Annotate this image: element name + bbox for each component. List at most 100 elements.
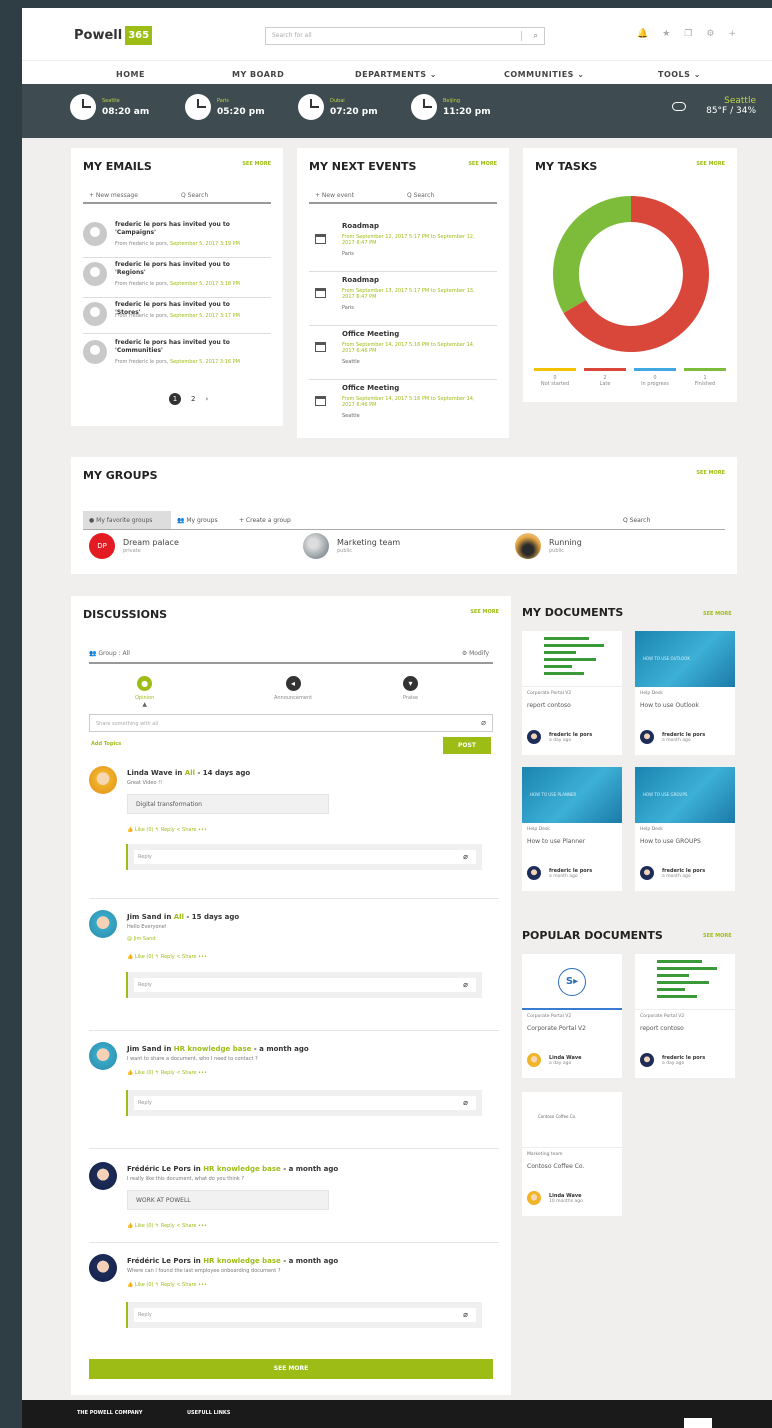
group-link[interactable]: All: [185, 769, 195, 777]
emails-see-more-link[interactable]: SEE MORE: [242, 161, 271, 167]
type-opinion[interactable]: ● Opinion ▲: [135, 676, 154, 708]
group-link[interactable]: HR knowledge base: [203, 1165, 281, 1173]
next-page-button[interactable]: ›: [205, 395, 208, 403]
group-item[interactable]: DP Dream palace private: [89, 533, 179, 559]
groups-search-input[interactable]: Q Search: [617, 511, 656, 529]
event-item[interactable]: Roadmap From September 12, 2017 5:17 PM …: [309, 218, 497, 272]
tasks-title: MY TASKS: [535, 160, 598, 173]
group-item[interactable]: Running public: [515, 533, 582, 559]
tab-my-groups[interactable]: 👥 My groups: [171, 511, 224, 529]
reply-box[interactable]: Reply ⌀: [126, 1302, 482, 1328]
discussions-see-more-link[interactable]: SEE MORE: [470, 609, 499, 615]
popular-documents-see-more-link[interactable]: SEE MORE: [703, 933, 732, 939]
nav-my-board[interactable]: MY BOARD: [232, 70, 284, 79]
page-1-button[interactable]: 1: [169, 393, 181, 405]
page-2-button[interactable]: 2: [191, 395, 195, 403]
star-icon[interactable]: ★: [662, 29, 670, 39]
new-message-button[interactable]: + New message: [89, 192, 138, 199]
groups-panel: MY GROUPS SEE MORE ● My favorite groups …: [71, 457, 737, 574]
avatar: [527, 866, 541, 880]
events-search-input[interactable]: Q Search: [407, 192, 434, 199]
copy-icon[interactable]: ❐: [684, 29, 692, 39]
calendar-icon: [315, 234, 326, 244]
group-link[interactable]: All: [174, 913, 184, 921]
attachment-icon[interactable]: ⌀: [481, 718, 486, 727]
post-actions[interactable]: 👍 Like (0) ↰ Reply < Share •••: [127, 954, 207, 960]
see-more-button[interactable]: SEE MORE: [89, 1359, 493, 1379]
quoted-content[interactable]: Digital transformation: [127, 794, 329, 814]
tab-favorite-groups[interactable]: ● My favorite groups: [83, 511, 171, 529]
type-announcement[interactable]: ◂ Announcement: [263, 676, 323, 701]
nav-communities[interactable]: COMMUNITIES ⌄: [504, 70, 584, 79]
post-actions[interactable]: 👍 Like (0) ↰ Reply < Share •••: [127, 1070, 207, 1076]
legend-finished: 1 Finished: [684, 368, 726, 387]
add-topics-link[interactable]: Add Topics: [91, 741, 121, 747]
event-item[interactable]: Roadmap From September 13, 2017 5:17 PM …: [309, 272, 497, 326]
post-actions[interactable]: 👍 Like (0) ↰ Reply < Share •••: [127, 827, 207, 833]
email-item[interactable]: frederic le pors has invited you to 'Com…: [83, 336, 271, 376]
document-card[interactable]: Contoso Coffee Co. Marketing team Contos…: [522, 1092, 622, 1216]
footer-links[interactable]: USEFULL LINKS: [187, 1410, 230, 1416]
document-thumbnail: HOW TO USE OUTLOOK: [635, 631, 735, 687]
post-actions[interactable]: 👍 Like (0) ↰ Reply < Share •••: [127, 1282, 207, 1288]
email-item[interactable]: frederic le pors has invited you to 'Sto…: [83, 298, 271, 334]
avatar[interactable]: [89, 910, 117, 938]
my-documents-see-more-link[interactable]: SEE MORE: [703, 611, 732, 617]
group-link[interactable]: HR knowledge base: [174, 1045, 252, 1053]
logo-text: Powell: [74, 27, 123, 43]
logo[interactable]: Powell 365: [74, 24, 153, 46]
document-card[interactable]: S▸ Corporate Portal V2 Corporate Portal …: [522, 954, 622, 1078]
footer-company[interactable]: THE POWELL COMPANY: [77, 1410, 143, 1416]
email-item[interactable]: frederic le pors has invited you to 'Cam…: [83, 218, 271, 258]
document-card[interactable]: HOW TO USE GROUPS Help Desk How to use G…: [635, 767, 735, 891]
nav-departments[interactable]: DEPARTMENTS ⌄: [355, 70, 437, 79]
gear-icon[interactable]: ⚙: [706, 29, 714, 39]
avatar[interactable]: [89, 1162, 117, 1190]
type-praise[interactable]: ▾ Praise: [403, 676, 418, 701]
modify-button[interactable]: ⚙ Modify: [462, 650, 489, 657]
clock-seattle: Seattle 08:20 am: [70, 94, 149, 120]
emails-search-input[interactable]: Q Search: [181, 192, 208, 199]
discussions-title: DISCUSSIONS: [83, 608, 168, 621]
avatar: [83, 340, 107, 364]
nav-home[interactable]: HOME: [116, 70, 145, 79]
donut-finished-segment[interactable]: [553, 196, 631, 313]
document-card[interactable]: HOW TO USE PLANNER Help Desk How to use …: [522, 767, 622, 891]
discussions-panel: DISCUSSIONS SEE MORE 👥 Group : All ⚙ Mod…: [71, 596, 511, 1395]
avatar[interactable]: [89, 766, 117, 794]
legend-in-progress: 0 In progress: [634, 368, 676, 387]
event-item[interactable]: Office Meeting From September 14, 2017 5…: [309, 326, 497, 380]
document-card[interactable]: HOW TO USE OUTLOOK Help Desk How to use …: [635, 631, 735, 755]
search-icon[interactable]: ⌕: [534, 31, 538, 41]
plus-icon[interactable]: +: [728, 29, 736, 39]
avatar[interactable]: [89, 1042, 117, 1070]
new-event-button[interactable]: + New event: [315, 192, 354, 199]
avatar: [83, 262, 107, 286]
quoted-content[interactable]: WORK AT POWELL: [127, 1190, 329, 1210]
reply-box[interactable]: Reply ⌀: [126, 972, 482, 998]
document-card[interactable]: Corporate Portal V2 report contoso frede…: [635, 954, 735, 1078]
events-see-more-link[interactable]: SEE MORE: [468, 161, 497, 167]
mention[interactable]: @ Jim Sand: [127, 936, 156, 942]
create-group-button[interactable]: + Create a group: [233, 511, 297, 529]
reply-box[interactable]: Reply ⌀: [126, 844, 482, 870]
event-item[interactable]: Office Meeting From September 14, 2017 5…: [309, 380, 497, 434]
bell-icon[interactable]: 🔔: [637, 29, 648, 39]
share-input[interactable]: Share something with all ⌀: [89, 714, 493, 732]
reply-box[interactable]: Reply ⌀: [126, 1090, 482, 1116]
global-search-input[interactable]: Search for all ⌕: [265, 27, 545, 45]
tasks-see-more-link[interactable]: SEE MORE: [696, 161, 725, 167]
group-link[interactable]: HR knowledge base: [203, 1257, 281, 1265]
post-button[interactable]: POST: [443, 737, 491, 754]
nav-tools[interactable]: TOOLS ⌄: [658, 70, 701, 79]
group-item[interactable]: Marketing team public: [303, 533, 400, 559]
group-filter-dropdown[interactable]: 👥 Group : All: [89, 650, 130, 657]
post-actions[interactable]: 👍 Like (0) ↰ Reply < Share •••: [127, 1223, 207, 1229]
groups-see-more-link[interactable]: SEE MORE: [696, 470, 725, 476]
attachment-icon: ⌀: [463, 1098, 468, 1107]
email-item[interactable]: frederic le pors has invited you to 'Reg…: [83, 258, 271, 298]
calendar-icon: [315, 288, 326, 298]
document-card[interactable]: Corporate Portal V2 report contoso frede…: [522, 631, 622, 755]
avatar[interactable]: [89, 1254, 117, 1282]
weather-widget: Seattle 85°F / 34%: [706, 96, 756, 116]
